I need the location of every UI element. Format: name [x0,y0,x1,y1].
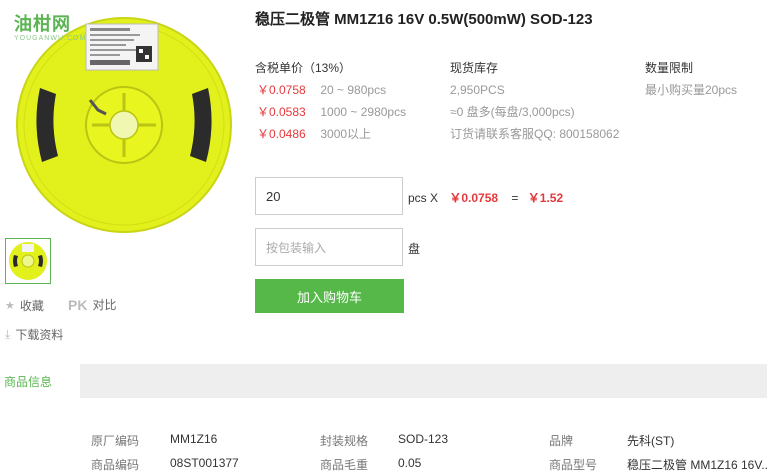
tab-product-info[interactable]: 商品信息 [0,364,80,398]
equals-sign: = [511,191,519,205]
stock-reels: ≈0 盘多(每盘/3,000pcs) [450,105,575,119]
spec-value: SOD-123 [398,432,449,446]
spec-value: MM1Z16 [170,432,218,446]
spec-value: 08ST001377 [170,456,239,470]
download-link[interactable]: ⤓ 下载资料 [5,326,63,343]
tab-bar [0,364,767,398]
spec-key: 商品编码 [91,458,140,472]
pack-unit: 盘 [408,242,421,256]
compare-link[interactable]: PK 对比 [68,296,116,313]
price-header: 含税单价（13%） [255,61,352,75]
stock-header: 现货库存 [450,61,499,75]
site-logo: 油柑网 YOUGANWU.COM [14,14,87,48]
limit-text: 最小购买量20pcs [645,83,738,97]
pack-input[interactable]: 按包装输入 [255,228,403,266]
price-tier: ￥0.0486 3000以上 [257,123,371,145]
spec-value: 0.05 [398,456,422,470]
spec-value: 稳压二极管 MM1Z16 16V... [627,458,767,472]
tier-range: 1000 ~ 2980pcs [320,105,407,119]
spec-value: 先科(ST) [627,434,675,448]
price-tier: ￥0.0583 1000 ~ 2980pcs [257,101,406,123]
compare-label: 对比 [92,298,117,312]
add-to-cart-button[interactable]: 加入购物车 [255,279,404,313]
limit-header: 数量限制 [645,61,694,75]
price-tier: ￥0.0758 20 ~ 980pcs [257,79,386,101]
tier-price: ￥0.0583 [257,105,306,119]
tier-range: 20 ~ 980pcs [320,83,387,97]
product-title: 稳压二极管 MM1Z16 16V 0.5W(500mW) SOD-123 [255,11,593,28]
pk-icon: PK [68,296,88,313]
download-icon: ⤓ [5,327,11,341]
favorite-label: 收藏 [19,299,44,313]
thumbnail-image[interactable] [5,238,51,284]
stock-count: 2,950PCS [450,83,505,97]
star-icon: ★ [5,300,15,312]
spec-key: 商品型号 [549,458,598,472]
unit-price: ￥0.0758 [449,191,499,205]
stock-contact: 订货请联系客服QQ: 800158062 [450,127,620,141]
logo-text: 油柑网 [14,14,71,34]
spec-key: 商品毛重 [320,458,369,472]
tier-price: ￥0.0486 [257,127,306,141]
tier-price: ￥0.0758 [257,83,306,97]
spec-key: 封装规格 [320,434,369,448]
download-label: 下载资料 [15,328,64,342]
favorite-link[interactable]: ★ 收藏 [5,297,44,314]
quantity-input[interactable]: 20 [255,177,403,215]
spec-key: 品牌 [549,434,574,448]
unit-label: pcs X [408,191,439,205]
order-line: pcs X ￥0.0758 = ￥1.52 [408,189,563,206]
spec-key: 原厂编码 [91,434,140,448]
tier-range: 3000以上 [320,127,372,141]
logo-subtext: YOUGANWU.COM [14,35,87,42]
total-price: ￥1.52 [527,191,564,205]
